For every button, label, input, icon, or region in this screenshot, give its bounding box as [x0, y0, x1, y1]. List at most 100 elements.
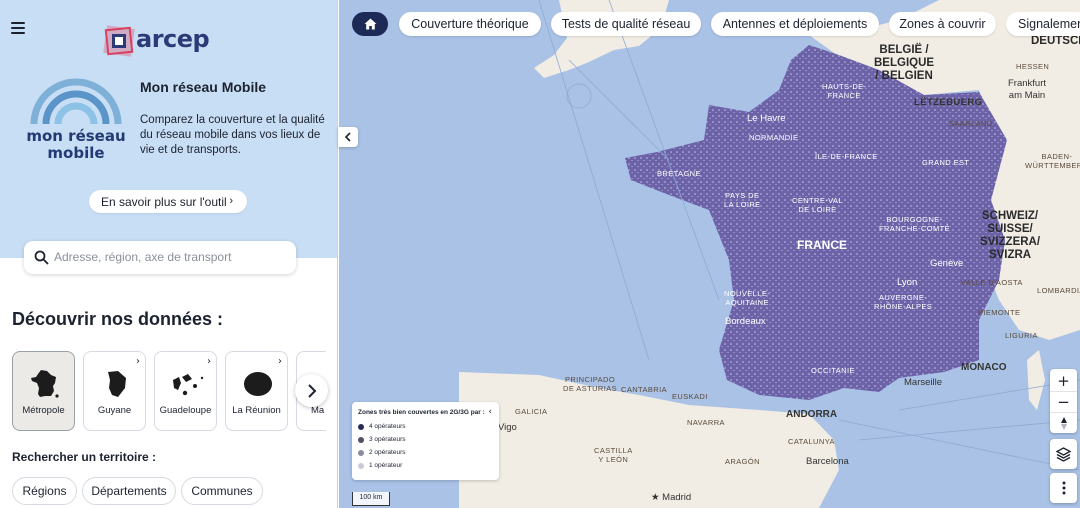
card-metropole[interactable]: Métropole: [12, 351, 75, 431]
label-occitanie: OCCITANIE: [811, 366, 855, 375]
label-bourgogne: BOURGOGNE- FRANCHE-COMTÉ: [879, 215, 951, 233]
learn-more-button[interactable]: En savoir plus sur l'outil ›: [89, 190, 247, 213]
legend-dot: [358, 436, 364, 443]
arcep-logo-mark-icon: [103, 25, 135, 57]
legend-dot: [358, 423, 364, 430]
chevron-right-icon: ›: [278, 356, 282, 367]
label-baden: BADEN-WÜRTTEMBERG: [1025, 152, 1080, 170]
more-options-button[interactable]: [1050, 473, 1077, 503]
label-lyon: Lyon: [897, 277, 918, 288]
chevron-left-icon: [344, 132, 351, 142]
legend-item: 2 opérateurs: [358, 449, 406, 456]
tool-description: Comparez la couverture et la qualité du …: [140, 114, 325, 156]
legend-item: 1 opérateur: [358, 462, 402, 469]
label-frankfurt: Frankfurt am Main: [1008, 78, 1047, 101]
label-catalunya: CATALUNYA: [788, 437, 835, 446]
label-nouvelle-aquitaine: NOUVELLE- AQUITAINE: [724, 289, 771, 307]
reunion-map-icon: [244, 372, 272, 396]
card-label: La Réunion: [232, 405, 281, 416]
search-input[interactable]: [54, 247, 289, 267]
label-galicia: GALICIA: [515, 407, 548, 416]
legend-item: 3 opérateurs: [358, 436, 406, 443]
label-marseille: Marseille: [904, 377, 943, 388]
label-ile-de-france: ÎLE-DE-FRANCE: [815, 152, 878, 161]
card-label: Métropole: [22, 405, 65, 416]
brand-line-1: mon réseau: [26, 127, 126, 145]
chip-regions[interactable]: Régions: [12, 477, 77, 505]
label-valle-aosta: VALLE D'AOSTA: [961, 278, 1023, 287]
chevron-right-icon: ›: [207, 356, 211, 367]
label-belgique: BELGIË / BELGIQUE / BELGIEN: [874, 44, 935, 82]
legend-title: Zones très bien couvertes en 2G/3G par :: [358, 409, 485, 416]
label-pays-de-la-loire: PAYS DE LA LOIRE: [724, 191, 761, 209]
card-label: Guadeloupe: [159, 405, 212, 416]
tab-zones-a-couvrir[interactable]: Zones à couvrir: [889, 12, 996, 36]
map-scale: 100 km: [352, 492, 390, 506]
label-auvergne: AUVERGNE- RHÔNE-ALPES: [874, 293, 933, 311]
map-legend: Zones très bien couvertes en 2G/3G par :…: [352, 402, 499, 480]
layers-icon: [1056, 446, 1071, 462]
tab-antennes[interactable]: Antennes et déploiements: [711, 12, 879, 36]
label-le-havre: Le Havre: [747, 113, 786, 124]
sidebar-header: arcep mon réseau mobile Mon réseau Mobil…: [0, 0, 337, 258]
label-monaco: MONACO: [961, 362, 1007, 373]
legend-dot: [358, 462, 364, 469]
zoom-out-button[interactable]: −: [1050, 391, 1077, 412]
label-centre-val-de-loire: CENTRE-VAL DE LOIRE: [792, 196, 843, 214]
learn-more-label: En savoir plus sur l'outil: [101, 194, 227, 209]
zoom-controls: + −: [1050, 369, 1077, 433]
card-guadeloupe[interactable]: › Guadeloupe: [154, 351, 217, 431]
label-castilla: CASTILLA Y LEÓN: [594, 446, 633, 464]
card-guyane[interactable]: › Guyane: [83, 351, 146, 431]
home-button[interactable]: [352, 12, 388, 36]
arcep-logo-text: arcep: [136, 25, 210, 53]
collapse-sidebar-button[interactable]: [338, 127, 358, 147]
label-lombardia: LOMBARDIA: [1037, 286, 1080, 295]
more-vertical-icon: [1062, 481, 1065, 495]
label-cantabria: CANTABRIA: [621, 385, 667, 394]
chevron-right-icon: ›: [136, 356, 140, 367]
territory-cards: Métropole › Guyane › Guadeloupe › La Réu…: [12, 351, 326, 432]
label-madrid: ★ Madrid: [651, 492, 692, 503]
label-barcelona: Barcelona: [806, 456, 849, 467]
chevron-right-icon: ›: [229, 195, 233, 207]
label-bordeaux: Bordeaux: [725, 316, 766, 327]
top-navigation: Couverture théorique Tests de qualité ré…: [352, 11, 1080, 37]
chevron-left-icon[interactable]: ‹: [488, 407, 492, 417]
tab-couverture-theorique[interactable]: Couverture théorique: [399, 12, 541, 36]
legend-dot: [358, 449, 364, 456]
cards-next-button[interactable]: [295, 374, 328, 407]
zoom-in-button[interactable]: +: [1050, 370, 1077, 391]
legend-item: 4 opérateurs: [358, 423, 406, 430]
label-aragon: ARAGÓN: [725, 457, 760, 466]
france-map-icon: [31, 370, 59, 398]
tab-tests-qualite[interactable]: Tests de qualité réseau: [551, 12, 701, 36]
label-vigo: Vigo: [498, 422, 517, 433]
compass-icon: [1060, 416, 1067, 430]
label-euskadi: EUSKADI: [672, 392, 708, 401]
label-grand-est: GRAND EST: [922, 158, 970, 167]
home-icon: [364, 18, 376, 30]
arcep-logo[interactable]: arcep: [100, 24, 210, 60]
chip-communes[interactable]: Communes: [181, 477, 263, 505]
label-schweiz: SCHWEIZ/SUISSE/SVIZZERA/SVIZRA: [980, 210, 1041, 261]
layers-button[interactable]: [1050, 439, 1077, 469]
label-geneve: Genève: [930, 258, 964, 269]
label-piemonte: PIEMONTE: [978, 308, 1021, 317]
guyane-map-icon: [108, 371, 126, 397]
label-hessen: HESSEN: [1016, 62, 1050, 71]
search-box[interactable]: [24, 241, 296, 274]
mon-reseau-mobile-logo: mon réseau mobile: [24, 78, 128, 168]
reset-north-button[interactable]: [1050, 412, 1077, 433]
signal-waves-icon: [30, 78, 122, 124]
label-liguria: LIGURIA: [1005, 331, 1038, 340]
tab-signalements[interactable]: Signalemen: [1006, 12, 1080, 36]
label-navarra: NAVARRA: [687, 418, 725, 427]
menu-icon[interactable]: [11, 22, 25, 34]
guadeloupe-map-icon: [173, 374, 204, 396]
sidebar: arcep mon réseau mobile Mon réseau Mobil…: [0, 0, 338, 508]
card-label: Guyane: [97, 405, 132, 416]
label-france: FRANCE: [797, 238, 847, 252]
card-la-reunion[interactable]: › La Réunion: [225, 351, 288, 431]
chip-departements[interactable]: Départements: [82, 477, 176, 505]
